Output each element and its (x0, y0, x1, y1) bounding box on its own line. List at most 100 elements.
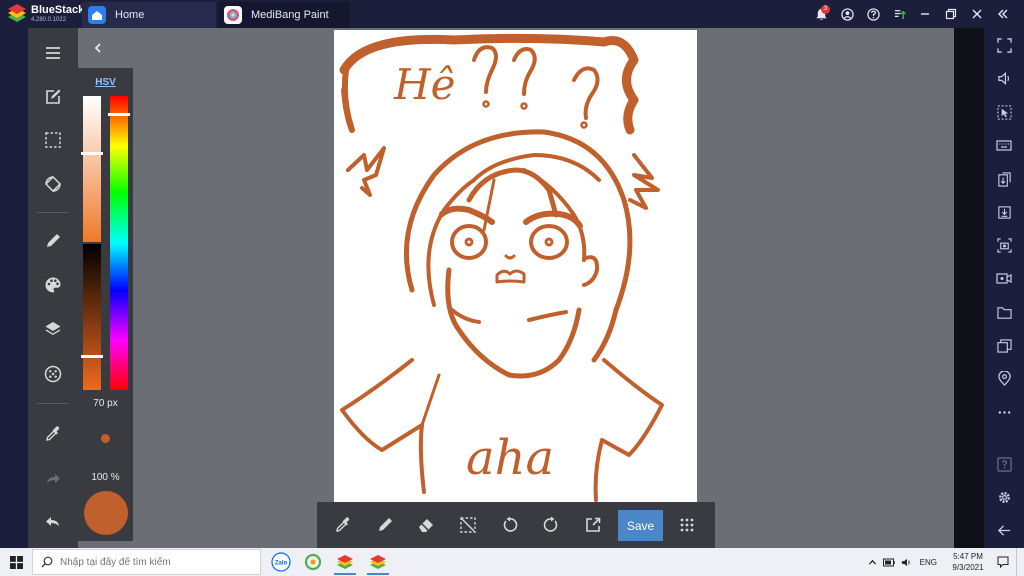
brush-icon (47, 234, 60, 247)
update-icon (894, 9, 906, 19)
redo-button[interactable] (28, 462, 78, 496)
show-desktop-button[interactable] (1016, 548, 1024, 576)
more-button[interactable] (984, 397, 1024, 427)
install-apk-icon (997, 171, 1011, 187)
home-icon (88, 6, 106, 24)
folder-button[interactable] (984, 297, 1024, 327)
close-icon (972, 9, 982, 19)
rotate-right-button[interactable] (536, 510, 566, 540)
tab-home[interactable]: Home (82, 2, 216, 28)
palette-button[interactable] (28, 268, 78, 302)
brightness-handle[interactable] (81, 355, 103, 359)
action-center-button[interactable] (997, 556, 1009, 568)
help-circle-icon (866, 7, 880, 21)
close-button[interactable] (964, 0, 990, 28)
taskbar-app-sync[interactable] (298, 549, 328, 575)
update-button[interactable] (886, 0, 912, 28)
search-input[interactable] (60, 556, 250, 568)
sync-icon (304, 553, 322, 571)
bottom-eyedropper-button[interactable] (328, 510, 358, 540)
settings-button[interactable] (984, 482, 1024, 512)
edit-canvas-icon (46, 89, 61, 104)
taskbar-search[interactable] (32, 549, 261, 575)
record-button[interactable] (984, 263, 1024, 293)
rotate-left-button[interactable] (495, 510, 525, 540)
brow-stroke (439, 205, 495, 225)
taskbar-app-bluestacks[interactable] (330, 549, 360, 575)
bluestacks-logo-icon (8, 4, 26, 22)
color-mode-tab[interactable]: HSV (78, 77, 133, 88)
selection-button[interactable] (28, 123, 78, 157)
eyedropper-button[interactable] (28, 417, 78, 451)
selection-icon (45, 132, 61, 148)
eye-stroke (529, 224, 569, 260)
hue-slider[interactable] (110, 96, 128, 390)
edit-canvas-button[interactable] (28, 80, 78, 114)
body-stroke (593, 358, 664, 502)
current-color-swatch[interactable] (84, 491, 128, 535)
brightness-slider[interactable] (83, 244, 101, 390)
battery-indicator[interactable] (882, 558, 895, 567)
tab-medibang-label: MediBang Paint (251, 9, 329, 21)
taskbar-app-zalo[interactable]: Zalo (266, 549, 296, 575)
left-toolbar (28, 28, 78, 548)
hue-handle[interactable] (108, 112, 130, 116)
taskbar-clock[interactable]: 5:47 PM 9/3/2021 (942, 551, 994, 573)
collapse-sidebar-button[interactable] (990, 0, 1016, 28)
restore-button[interactable] (938, 0, 964, 28)
drawing-canvas[interactable]: Hê ? ? ? aha (334, 30, 697, 502)
bluestacks-sidebar (984, 28, 1024, 548)
volume-button[interactable] (984, 63, 1024, 93)
help-button[interactable] (860, 0, 886, 28)
volume-icon (997, 71, 1009, 85)
saturation-handle[interactable] (81, 151, 103, 155)
material-button[interactable] (28, 357, 78, 391)
start-button[interactable] (0, 548, 32, 576)
pointer-button[interactable] (984, 97, 1024, 127)
opacity-label[interactable]: 100 % (78, 472, 133, 483)
save-button[interactable]: Save (618, 510, 663, 541)
search-icon (41, 556, 53, 568)
menu-button[interactable] (28, 36, 78, 70)
window-controls: 3 (808, 0, 1016, 28)
multi-instance-button[interactable] (984, 330, 1024, 360)
grid-menu-button[interactable] (672, 510, 702, 540)
share-button[interactable] (578, 510, 608, 540)
deselect-icon (460, 517, 476, 533)
screenshot-button[interactable] (984, 230, 1024, 260)
tray-overflow-button[interactable] (868, 558, 877, 567)
nose-stroke (504, 254, 516, 260)
deselect-button[interactable] (453, 510, 483, 540)
collapse-panel-button[interactable] (88, 38, 108, 58)
keyboard-button[interactable] (984, 130, 1024, 160)
pointer-icon (996, 104, 1012, 120)
minimize-button[interactable] (912, 0, 938, 28)
battery-icon (882, 558, 895, 566)
eraser-button[interactable] (411, 510, 441, 540)
pupil (544, 237, 554, 247)
account-button[interactable] (834, 0, 860, 28)
input-language[interactable]: ENG (920, 558, 937, 567)
pen-button[interactable] (370, 510, 400, 540)
keyboard-icon (996, 139, 1012, 151)
fullscreen-button[interactable] (984, 30, 1024, 60)
toolbar-divider (37, 403, 69, 404)
back-button[interactable] (984, 515, 1024, 545)
transform-button[interactable] (28, 167, 78, 201)
location-button[interactable] (984, 363, 1024, 393)
layers-button[interactable] (28, 312, 78, 346)
saturation-slider[interactable] (83, 96, 101, 242)
notifications-button[interactable]: 3 (808, 0, 834, 28)
lettering-he: Hê (394, 60, 456, 109)
system-tray: ENG 5:47 PM 9/3/2021 (865, 548, 1024, 576)
undo-button[interactable] (28, 505, 78, 539)
tab-medibang-paint[interactable]: MediBang Paint (218, 2, 350, 28)
brush-size-label[interactable]: 70 px (78, 398, 133, 409)
import-button[interactable] (984, 197, 1024, 227)
help-sidebar-button[interactable] (984, 449, 1024, 479)
install-apk-button[interactable] (984, 164, 1024, 194)
brush-button[interactable] (28, 224, 78, 258)
taskbar-app-bluestacks-2[interactable] (363, 549, 393, 575)
volume-tray-button[interactable] (901, 557, 912, 568)
share-icon (586, 517, 601, 532)
